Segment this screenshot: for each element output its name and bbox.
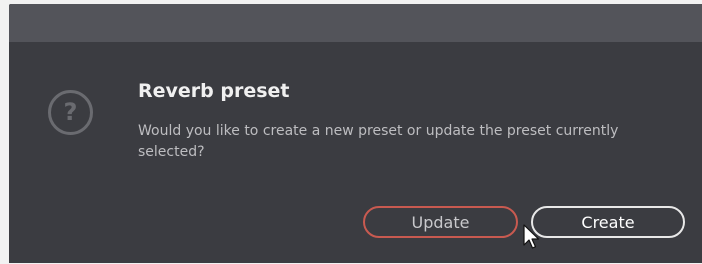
screenshot-stage: ? Reverb preset Would you like to create… <box>0 0 702 264</box>
question-circle-icon: ? <box>48 90 93 135</box>
update-button[interactable]: Update <box>363 206 518 238</box>
mouse-pointer-icon <box>523 224 540 249</box>
dialog-titlebar[interactable] <box>9 4 702 42</box>
dialog-message: Would you like to create a new preset or… <box>138 123 619 160</box>
reverb-preset-dialog: ? Reverb preset Would you like to create… <box>9 4 702 263</box>
dialog-title: Reverb preset <box>138 80 290 102</box>
create-button[interactable]: Create <box>531 206 685 238</box>
